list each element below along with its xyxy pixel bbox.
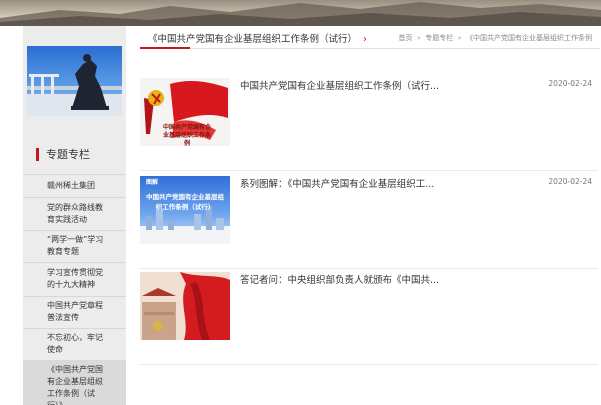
sidebar-item-label: 《中国共产党国有企业基层组织工作条例（试行）》 [47, 365, 103, 405]
sidebar-item-soe-regulations[interactable]: 《中国共产党国有企业基层组织工作条例（试行）》 › [23, 360, 126, 405]
article-title-link[interactable]: 中国共产党国有企业基层组织工作条例（试行... [240, 78, 540, 92]
article-row[interactable]: 中国共产党国有企业基层组织工作条例 中国共产党国有企业基层组织工作条例（试行..… [140, 78, 598, 171]
sidebar-banner-image [27, 46, 122, 116]
sidebar: 专题专栏 赣州稀土集团 党的群众路线教育实践活动 “两学一做”学习教育专题 学习… [23, 26, 126, 405]
section-marker [36, 148, 39, 161]
breadcrumb-home-link[interactable]: 首页 [398, 34, 412, 42]
sidebar-item-label: 党的群众路线教育实践活动 [47, 203, 103, 224]
article-thumbnail[interactable]: 中国共产党国有企业基层组织工作条例 [140, 78, 230, 146]
article-title-link[interactable]: 系列图解：《中国共产党国有企业基层组织工... [240, 176, 540, 190]
sidebar-item-ganzhou-rare-earth[interactable]: 赣州稀土集团 [23, 175, 126, 198]
chevron-right-icon: › [363, 34, 367, 45]
sidebar-item-two-studies[interactable]: “两学一做”学习教育专题 [23, 230, 126, 263]
article-thumbnail[interactable]: 图解 中国共产党国有企业基层组织工作条例（试行） [140, 176, 230, 244]
article-row[interactable]: 图解 中国共产党国有企业基层组织工作条例（试行） 系列图解：《中国共产党国有企业… [140, 176, 598, 269]
sidebar-section-title: 专题专栏 [23, 138, 126, 175]
thumbnail-caption: 中国共产党国有企业基层组织工作条例（试行） [146, 193, 224, 211]
sidebar-item-label: 不忘初心，牢记使命 [47, 333, 103, 354]
section-title-underline [140, 47, 190, 49]
section-title: 《中国共产党国有企业基层组织工作条例（试行） › [148, 31, 367, 45]
sidebar-item-original-mission[interactable]: 不忘初心，牢记使命 [23, 328, 126, 361]
section-header: 《中国共产党国有企业基层组织工作条例（试行） › 首页 » 专题专栏 » 《中国… [140, 28, 600, 49]
breadcrumb-current[interactable]: 《中国共产党国有企业基层组织工作条例 [466, 34, 592, 42]
article-date: 2020-02-24 [548, 79, 592, 88]
section-title-text: 《中国共产党国有企业基层组织工作条例（试行） [148, 34, 358, 45]
top-banner [0, 0, 601, 26]
sidebar-item-mass-line[interactable]: 党的群众路线教育实践活动 [23, 197, 126, 231]
mountain-banner-image [0, 2, 601, 26]
article-date: 2020-02-24 [548, 177, 592, 186]
sidebar-item-label: 中国共产党章程普法宣传 [47, 301, 103, 322]
breadcrumb-topics-link[interactable]: 专题专栏 [425, 34, 453, 42]
sidebar-item-19th-congress[interactable]: 学习宣传贯彻党的十九大精神 [23, 262, 126, 297]
sidebar-item-label: “两学一做”学习教育专题 [47, 235, 104, 256]
breadcrumb-separator: » [416, 34, 421, 42]
article-row[interactable]: 答记者问：中央组织部负责人就颁布《中国共... [140, 272, 598, 365]
chevron-right-icon: › [99, 379, 103, 389]
article-thumbnail[interactable] [140, 272, 230, 340]
breadcrumb-separator: » [457, 34, 462, 42]
breadcrumb: 首页 » 专题专栏 » 《中国共产党国有企业基层组织工作条例 [398, 33, 592, 43]
sidebar-item-party-constitution[interactable]: 中国共产党章程普法宣传 [23, 296, 126, 329]
thumbnail-kicker: 图解 [145, 179, 158, 186]
sidebar-item-label: 学习宣传贯彻党的十九大精神 [47, 268, 103, 289]
article-title-link[interactable]: 答记者问：中央组织部负责人就颁布《中国共... [240, 272, 540, 286]
sidebar-item-label: 赣州稀土集团 [47, 181, 95, 190]
thumbnail-caption: 中国共产党国有企业基层组织工作条例 [162, 124, 211, 146]
sidebar-title-text: 专题专栏 [46, 148, 90, 161]
